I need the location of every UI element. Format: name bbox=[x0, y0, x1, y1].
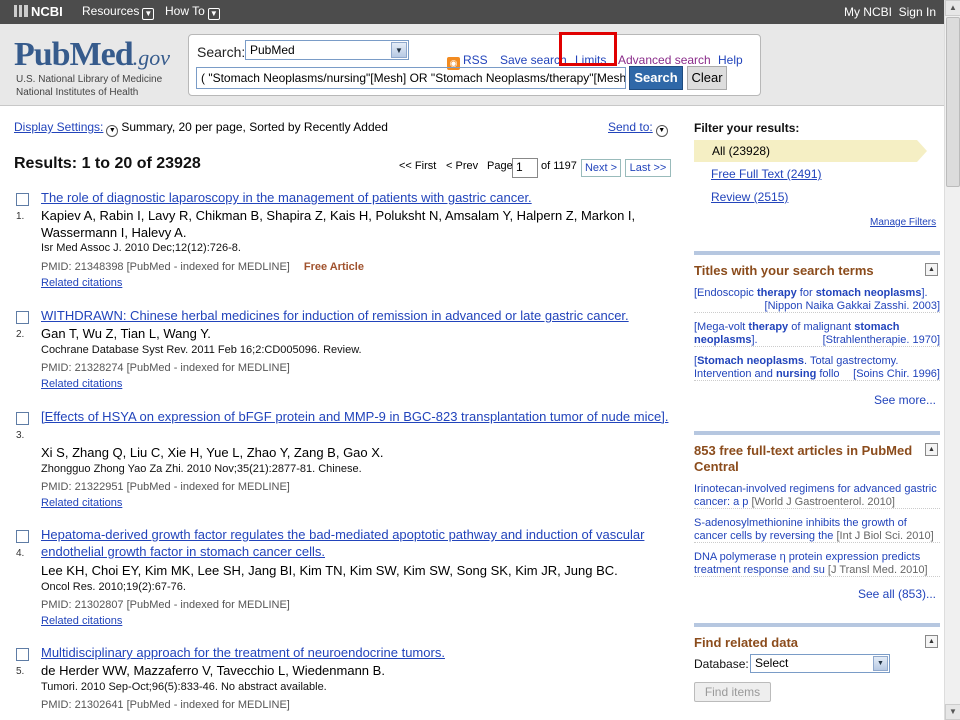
see-all-link[interactable]: See all (853)... bbox=[858, 587, 936, 601]
save-search-link[interactable]: Save search bbox=[500, 53, 567, 67]
clear-button[interactable]: Clear bbox=[687, 66, 727, 90]
titles-item[interactable]: [Stomach neoplasms. Total gastrectomy. I… bbox=[694, 353, 940, 381]
pmc-item[interactable]: Irinotecan-involved regimens for advance… bbox=[694, 481, 940, 509]
result-authors: Gan T, Wu Z, Tian L, Wang Y. bbox=[41, 326, 211, 341]
pmc-panel: 853 free full-text articles in PubMed Ce… bbox=[694, 431, 940, 601]
database-label: Database: bbox=[694, 657, 749, 671]
pmc-panel-heading: 853 free full-text articles in PubMed Ce… bbox=[694, 443, 913, 474]
chevron-down-icon: ▼ bbox=[142, 8, 155, 20]
collapse-icon[interactable]: ▲ bbox=[925, 263, 938, 276]
display-settings-link[interactable]: Display Settings: bbox=[14, 120, 103, 134]
result-title-link[interactable]: WITHDRAWN: Chinese herbal medicines for … bbox=[41, 307, 671, 324]
ncbi-logo[interactable]: NCBI bbox=[14, 4, 63, 19]
result-title-link[interactable]: The role of diagnostic laparoscopy in th… bbox=[41, 189, 671, 206]
filter-heading: Filter your results: bbox=[694, 121, 800, 135]
result-journal: Isr Med Assoc J. 2010 Dec;12(12):726-8. bbox=[41, 242, 241, 254]
scroll-thumb[interactable] bbox=[946, 17, 960, 187]
result-title-link[interactable]: Multidisciplinary approach for the treat… bbox=[41, 644, 671, 661]
database-select[interactable]: PubMed ▼ bbox=[245, 40, 409, 60]
related-data-panel: Find related data ▲ Database: Select ▼ Fi… bbox=[694, 623, 940, 713]
related-database-select[interactable]: Select ▼ bbox=[750, 654, 890, 673]
result-authors: Kapiev A, Rabin I, Lavy R, Chikman B, Sh… bbox=[41, 208, 636, 240]
search-input[interactable]: ( "Stomach Neoplasms/nursing"[Mesh] OR "… bbox=[196, 67, 626, 89]
results-title: Results: 1 to 20 of 23928 bbox=[14, 155, 201, 172]
resources-menu[interactable]: Resources ▼ bbox=[82, 4, 155, 20]
search-button[interactable]: Search bbox=[629, 66, 683, 90]
page-number-input[interactable]: 1 bbox=[512, 158, 538, 178]
ncbi-top-bar: NCBI Resources ▼ How To ▼ My NCBI Sign In bbox=[0, 0, 944, 24]
result-checkbox[interactable] bbox=[16, 648, 29, 661]
result-title-link[interactable]: Hepatoma-derived growth factor regulates… bbox=[41, 526, 671, 560]
result-pmid: PMID: 21322951 [PubMed - indexed for MED… bbox=[41, 481, 290, 493]
result-journal: Zhongguo Zhong Yao Za Zhi. 2010 Nov;35(2… bbox=[41, 463, 362, 475]
display-settings: Display Settings: ▼ Summary, 20 per page, … bbox=[14, 120, 388, 137]
ncbi-logo-icon bbox=[14, 5, 28, 17]
advanced-search-link[interactable]: Advanced search bbox=[618, 53, 711, 67]
result-journal: Tumori. 2010 Sep-Oct;96(5):833-46. No ab… bbox=[41, 681, 327, 693]
result-checkbox[interactable] bbox=[16, 412, 29, 425]
related-citations-link[interactable]: Related citations bbox=[41, 277, 122, 289]
titles-item[interactable]: [Endoscopic therapy for stomach neoplasm… bbox=[694, 285, 940, 313]
scroll-up-icon[interactable]: ▲ bbox=[945, 0, 960, 16]
pubmed-header: PubMed.gov U.S. National Library of Medi… bbox=[0, 24, 944, 106]
result-pmid: PMID: 21328274 [PubMed - indexed for MED… bbox=[41, 362, 290, 374]
result-checkbox[interactable] bbox=[16, 530, 29, 543]
result-title-link[interactable]: [Effects of HSYA on expression of bFGF p… bbox=[41, 408, 671, 425]
pager-first: << First bbox=[399, 160, 437, 172]
howto-menu[interactable]: How To ▼ bbox=[165, 4, 220, 20]
pmc-item[interactable]: S-adenosylmethionine inhibits the growth… bbox=[694, 515, 940, 543]
titles-panel-heading: Titles with your search terms bbox=[694, 263, 874, 278]
search-panel: Search: PubMed ▼ ◉ RSS Save search Limits… bbox=[188, 34, 761, 96]
result-pmid: PMID: 21302807 [PubMed - indexed for MED… bbox=[41, 599, 290, 611]
vertical-scrollbar[interactable]: ▲ ▼ bbox=[944, 0, 960, 720]
scroll-down-icon[interactable]: ▼ bbox=[945, 704, 960, 720]
result-checkbox[interactable] bbox=[16, 311, 29, 324]
result-pmid: PMID: 21348398 [PubMed - indexed for MED… bbox=[41, 261, 364, 273]
chevron-down-icon: ▼ bbox=[873, 656, 888, 671]
chevron-down-icon[interactable]: ▼ bbox=[106, 125, 119, 137]
collapse-icon[interactable]: ▲ bbox=[925, 443, 938, 456]
result-journal: Cochrane Database Syst Rev. 2011 Feb 16;… bbox=[41, 344, 362, 356]
filter-review[interactable]: Review (2515) bbox=[711, 190, 788, 204]
search-label: Search: bbox=[197, 44, 246, 60]
titles-item[interactable]: [Mega-volt therapy of malignant stomach … bbox=[694, 319, 940, 347]
pubmed-logo[interactable]: PubMed.gov bbox=[14, 36, 184, 76]
related-data-heading: Find related data bbox=[694, 635, 799, 650]
filter-all[interactable]: All (23928) bbox=[694, 140, 927, 162]
pager-next-button[interactable]: Next > bbox=[581, 159, 621, 177]
pmc-item[interactable]: DNA polymerase η protein expression pred… bbox=[694, 549, 940, 577]
result-authors: de Herder WW, Mazzaferro V, Tavecchio L,… bbox=[41, 663, 385, 678]
manage-filters-link[interactable]: Manage Filters bbox=[870, 217, 936, 228]
result-pmid: PMID: 21302641 [PubMed - indexed for MED… bbox=[41, 699, 290, 711]
pager-page-label: Page bbox=[487, 160, 513, 172]
see-more-link[interactable]: See more... bbox=[874, 393, 936, 407]
limits-highlight-box bbox=[559, 32, 617, 66]
related-citations-link[interactable]: Related citations bbox=[41, 378, 122, 390]
sign-in-link[interactable]: Sign In bbox=[899, 5, 936, 19]
find-items-button[interactable]: Find items bbox=[694, 682, 771, 702]
chevron-down-icon: ▼ bbox=[391, 42, 407, 58]
filter-free-full-text[interactable]: Free Full Text (2491) bbox=[711, 167, 822, 181]
pager-last-button[interactable]: Last >> bbox=[625, 159, 671, 177]
result-checkbox[interactable] bbox=[16, 193, 29, 206]
result-journal: Oncol Res. 2010;19(2):67-76. bbox=[41, 581, 186, 593]
collapse-icon[interactable]: ▲ bbox=[925, 635, 938, 648]
chevron-down-icon: ▼ bbox=[207, 8, 220, 20]
account-links: My NCBI Sign In bbox=[844, 5, 936, 19]
help-link[interactable]: Help bbox=[718, 53, 743, 67]
related-citations-link[interactable]: Related citations bbox=[41, 615, 122, 627]
free-article-badge[interactable]: Free Article bbox=[304, 261, 364, 273]
send-to-link[interactable]: Send to: ▼ bbox=[608, 120, 671, 137]
pager-of: of 1197 bbox=[541, 160, 577, 172]
titles-panel: Titles with your search terms ▲ [Endosco… bbox=[694, 251, 940, 411]
related-citations-link[interactable]: Related citations bbox=[41, 497, 122, 509]
nlm-caption: U.S. National Library of Medicine Nation… bbox=[16, 74, 163, 98]
my-ncbi-link[interactable]: My NCBI bbox=[844, 5, 892, 19]
main-content: Display Settings: ▼ Summary, 20 per page, … bbox=[14, 120, 940, 713]
result-authors: Lee KH, Choi EY, Kim MK, Lee SH, Jang BI… bbox=[41, 563, 618, 578]
result-authors: Xi S, Zhang Q, Liu C, Xie H, Yue L, Zhao… bbox=[41, 445, 384, 460]
pager-prev: < Prev bbox=[446, 160, 479, 172]
chevron-down-icon: ▼ bbox=[655, 125, 668, 137]
